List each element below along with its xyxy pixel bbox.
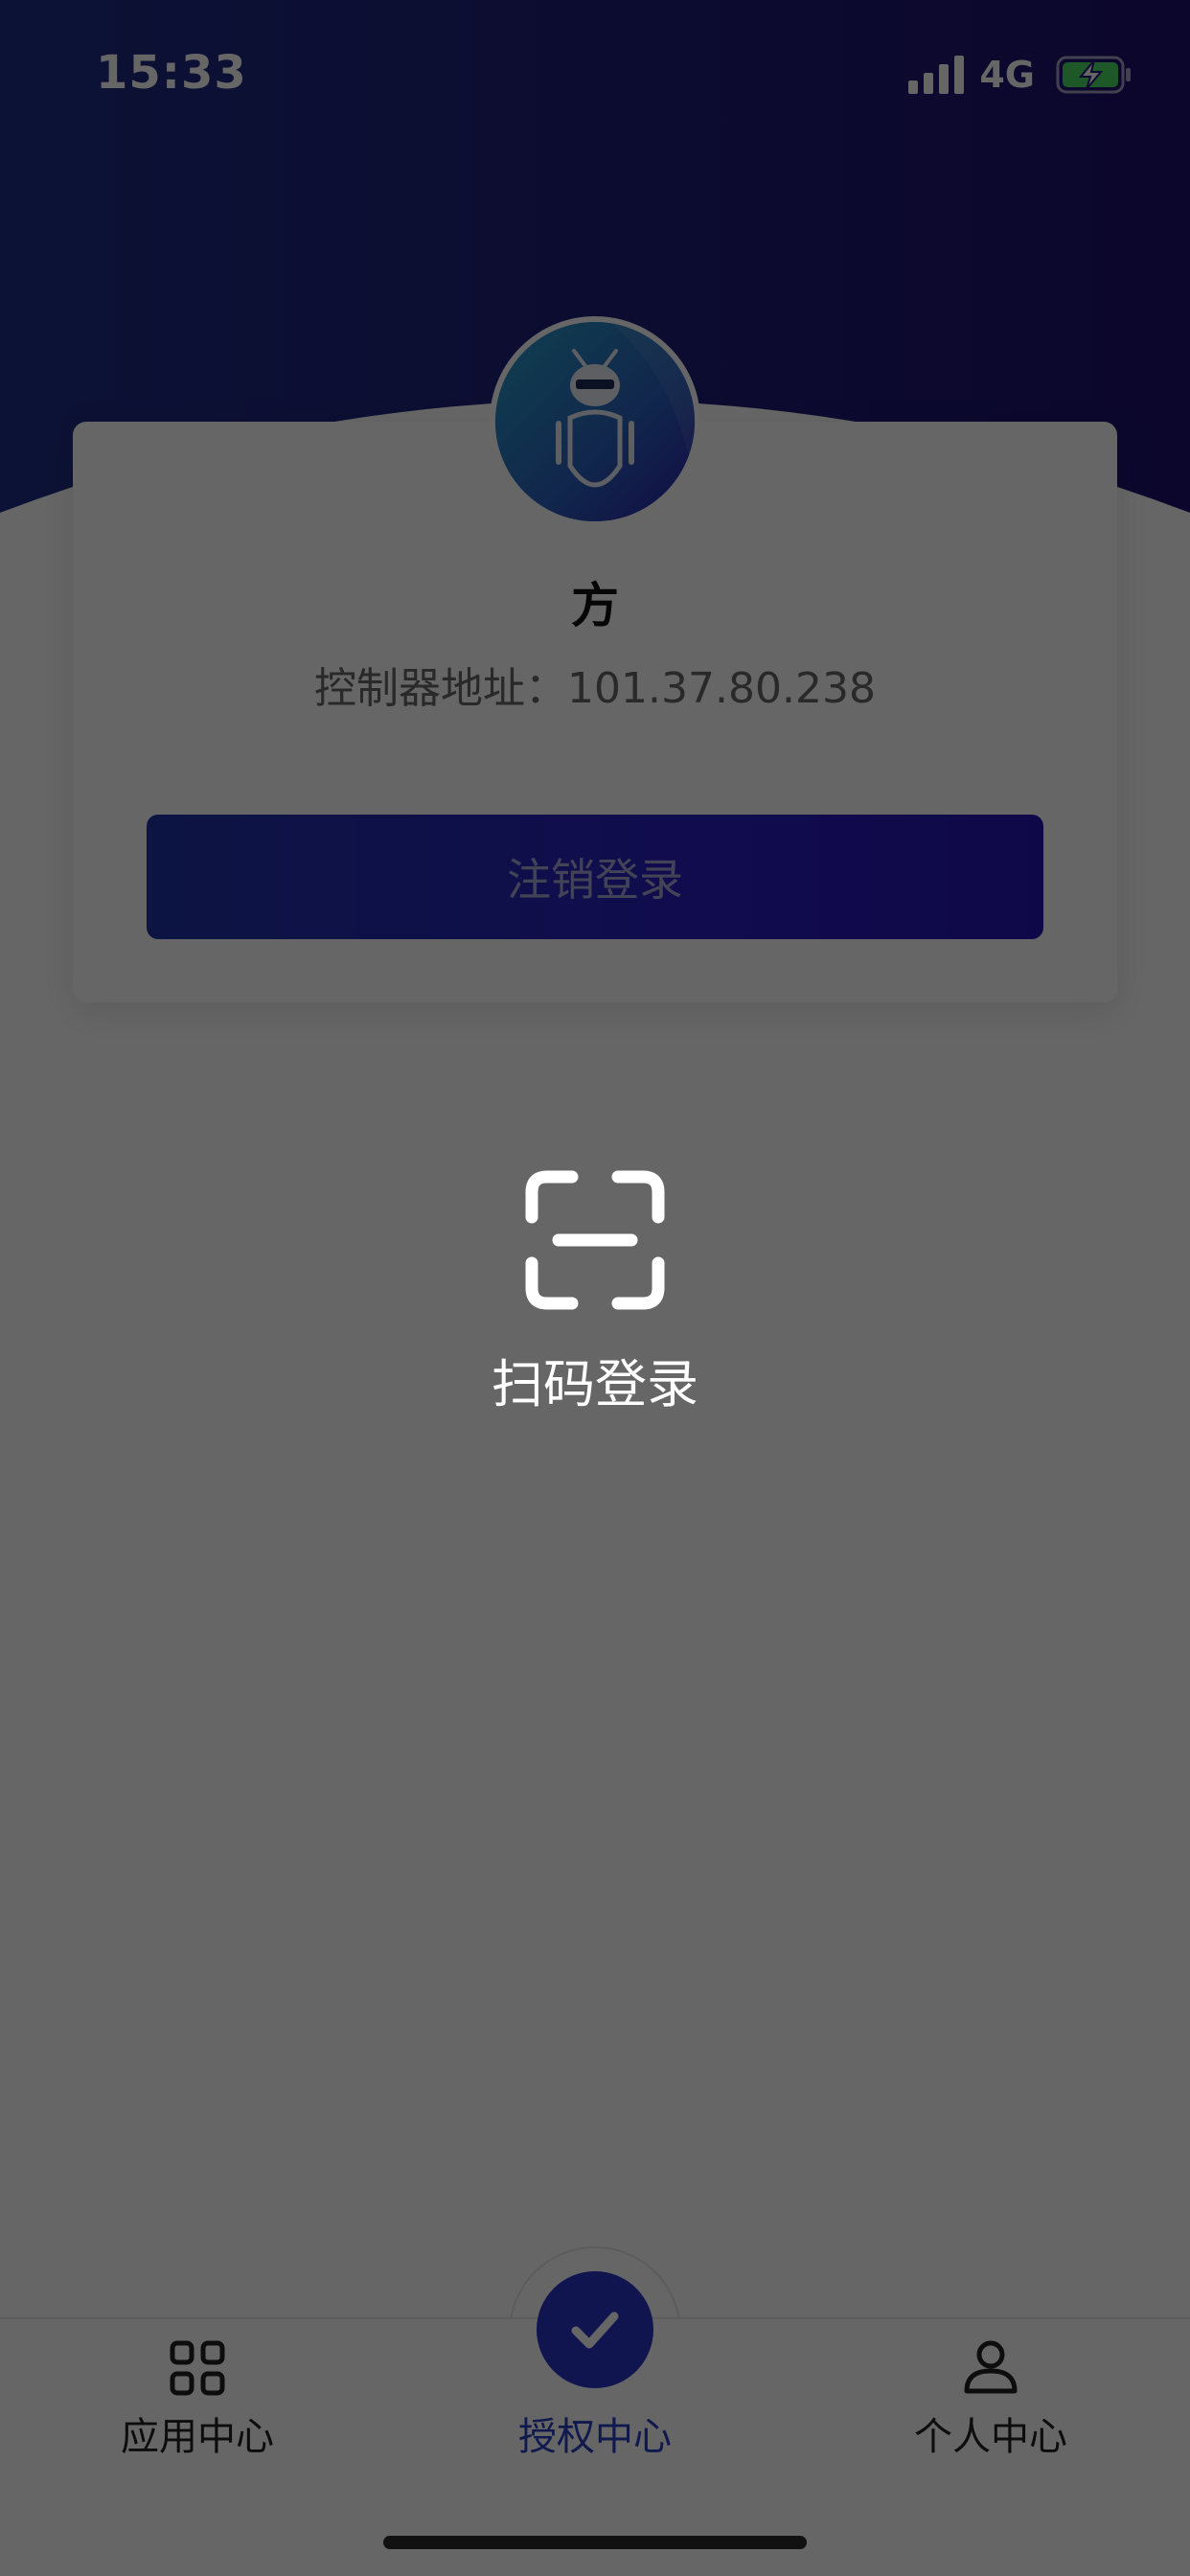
user-name: 方	[571, 578, 619, 633]
controller-address-line: 控制器地址：101.37.80.238	[0, 654, 1190, 715]
check-icon	[571, 2312, 619, 2349]
tab-auth-center-label: 授权中心	[518, 2415, 672, 2459]
network-type: 4G	[979, 54, 1035, 96]
robot-avatar-icon	[495, 322, 695, 521]
scan-icon	[525, 1170, 665, 1310]
home-indicator	[383, 2536, 807, 2549]
app-screen: 15:33 4G 方 控制器地址：101.37.80.238 注销登录 应用中心…	[0, 0, 1190, 2576]
grid-icon	[170, 2340, 225, 2396]
logout-button[interactable]: 注销登录	[147, 815, 1043, 939]
controller-address-label: 控制器地址：	[314, 664, 568, 713]
tab-auth-center-button[interactable]	[537, 2271, 653, 2388]
scan-login-label: 扫码登录	[492, 1354, 698, 1414]
tab-app-center-label: 应用中心	[121, 2415, 274, 2459]
person-icon	[964, 2340, 1018, 2394]
status-indicators: 4G	[908, 54, 1133, 96]
status-bar: 15:33 4G	[0, 0, 1190, 144]
scan-login-button[interactable]: 扫码登录	[451, 1160, 739, 1428]
avatar	[490, 316, 700, 527]
battery-charging-icon	[1056, 56, 1131, 94]
signal-icon	[908, 56, 965, 94]
controller-address-value: 101.37.80.238	[567, 664, 876, 713]
status-time: 15:33	[96, 46, 247, 100]
tab-personal-center-label: 个人中心	[914, 2415, 1067, 2459]
